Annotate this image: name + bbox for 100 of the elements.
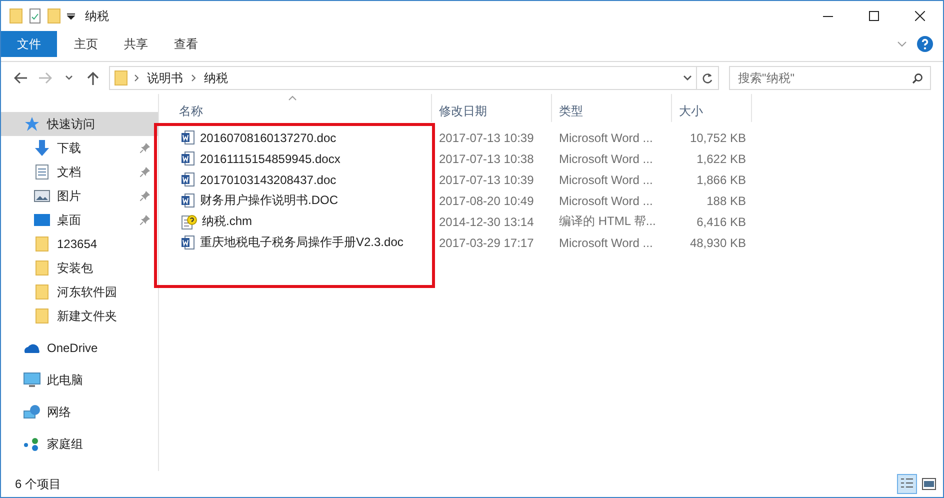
nav-item[interactable]: OneDrive — [1, 336, 158, 360]
word-document-icon — [181, 130, 195, 145]
file-name[interactable]: 20170103143208437.doc — [172, 169, 432, 190]
search-field[interactable]: 搜索"纳税" — [729, 66, 931, 90]
up-arrow-icon — [87, 71, 99, 85]
type-cell-text: Microsoft Word ... — [558, 172, 654, 188]
folder-icon — [35, 260, 49, 276]
nav-item[interactable]: 河东软件园 — [1, 280, 158, 304]
column-header[interactable]: 大小 — [672, 94, 752, 122]
file-name[interactable]: 财务用户操作说明书.DOC — [172, 190, 432, 211]
size-cell-text: 10,752 KB — [688, 130, 747, 146]
close-icon — [915, 11, 925, 21]
word-document-icon — [181, 193, 195, 208]
nav-item[interactable]: 此电脑 — [1, 368, 158, 392]
file-name-text: 20170103143208437.doc — [200, 172, 336, 186]
refresh-button[interactable] — [697, 66, 719, 90]
file-name-text: 20161115154859945.docx — [200, 152, 340, 166]
ribbon-tab[interactable]: 共享 — [111, 31, 161, 57]
file-name-text: 财务用户操作说明书.DOC — [200, 192, 338, 209]
type-cell-text: Microsoft Word ... — [558, 150, 654, 168]
pin-icon[interactable] — [140, 215, 150, 225]
date-cell-text: 2017-08-20 10:49 — [438, 192, 535, 210]
file-name[interactable]: 纳税.chm — [172, 211, 432, 232]
download-arrow-icon — [34, 139, 50, 157]
folder-icon — [114, 70, 128, 86]
cloud-icon — [23, 342, 41, 354]
nav-item[interactable]: 快速访问 — [1, 112, 158, 136]
type-cell-text: Microsoft Word ... — [558, 192, 654, 210]
breadcrumb[interactable]: 纳税 — [202, 70, 230, 86]
word-document-icon — [181, 172, 195, 187]
pin-icon[interactable] — [140, 191, 150, 201]
file-name[interactable]: 重庆地税电子税务局操作手册V2.3.doc — [172, 232, 432, 253]
star-icon — [24, 116, 40, 132]
size-cell-text: 1,622 KB — [696, 150, 747, 168]
maximize-icon — [869, 11, 879, 21]
file-name[interactable]: 20161115154859945.docx — [172, 148, 432, 169]
document-icon — [35, 164, 49, 180]
pin-icon[interactable] — [140, 167, 150, 177]
folder-icon — [35, 308, 49, 324]
chevron-icon — [134, 74, 139, 82]
chevron-down-icon — [65, 75, 73, 81]
file-name-text: 20160708160137270.doc — [200, 130, 336, 144]
file-tab[interactable]: 文件 — [1, 31, 57, 57]
nav-item[interactable]: 家庭组 — [1, 432, 158, 456]
ribbon-tab[interactable]: 主页 — [61, 31, 111, 57]
size-cell-text: 48,930 KB — [688, 234, 747, 252]
ribbon-tab[interactable]: 查看 — [161, 31, 211, 57]
expand-ribbon-icon[interactable] — [897, 41, 907, 47]
date-cell-text: 2014-12-30 13:14 — [438, 214, 535, 230]
item-count: 6 个项目 — [15, 476, 62, 492]
refresh-icon — [702, 72, 713, 84]
nav-item[interactable]: 桌面 — [1, 208, 158, 232]
back-arrow-icon — [14, 72, 28, 84]
date-cell-text: 2017-07-13 10:38 — [438, 150, 535, 168]
properties-icon[interactable] — [29, 8, 41, 24]
word-document-icon — [181, 235, 195, 250]
chevron-down-icon — [682, 75, 692, 81]
nav-item[interactable]: 文档 — [1, 160, 158, 184]
word-document-icon — [181, 151, 195, 166]
nav-item[interactable]: 新建文件夹 — [1, 304, 158, 328]
network-icon — [23, 404, 41, 420]
forward-arrow-icon — [38, 72, 52, 84]
type-cell-text: 编译的 HTML 帮... — [558, 213, 657, 230]
thumbnails-view-icon — [922, 478, 936, 490]
nav-item[interactable]: 安装包 — [1, 256, 158, 280]
nav-item[interactable]: 网络 — [1, 400, 158, 424]
column-header[interactable]: 类型 — [552, 94, 672, 122]
file-name-text: 重庆地税电子税务局操作手册V2.3.doc — [200, 234, 404, 251]
type-cell-text: Microsoft Word ... — [558, 130, 654, 146]
help-file-icon — [181, 214, 197, 230]
chevron-icon — [191, 74, 196, 82]
nav-item[interactable]: 图片 — [1, 184, 158, 208]
nav-item[interactable]: 123654 — [1, 232, 158, 256]
pin-icon[interactable] — [140, 143, 150, 153]
size-cell-text: 6,416 KB — [696, 214, 747, 230]
size-cell-text: 188 KB — [706, 192, 747, 210]
computer-icon — [23, 372, 41, 388]
nav-item[interactable]: 下载 — [1, 136, 158, 160]
column-header[interactable]: 修改日期 — [432, 94, 552, 122]
folder-icon — [35, 236, 49, 252]
help-icon[interactable] — [917, 36, 933, 52]
folder-icon — [9, 8, 23, 24]
details-view-button[interactable] — [897, 474, 917, 494]
window-title: 纳税 — [85, 8, 109, 24]
breadcrumb[interactable]: 说明书 — [145, 70, 185, 86]
file-name-text: 纳税.chm — [202, 213, 252, 230]
file-name[interactable]: 20160708160137270.doc — [172, 127, 432, 148]
date-cell-text: 2017-03-29 17:17 — [438, 234, 535, 252]
date-cell-text: 2017-07-13 10:39 — [438, 130, 535, 146]
folder-icon — [35, 284, 49, 300]
dropdown-caret-icon[interactable] — [67, 12, 75, 20]
type-cell-text: Microsoft Word ... — [558, 234, 654, 252]
search-icon — [912, 73, 923, 84]
size-cell-text: 1,866 KB — [696, 172, 747, 188]
image-icon — [34, 189, 50, 203]
homegroup-icon — [23, 437, 41, 451]
column-header[interactable]: 名称 — [172, 94, 432, 122]
address-bar[interactable]: 说明书 纳税 — [109, 66, 697, 90]
date-cell-text: 2017-07-13 10:39 — [438, 172, 535, 188]
desktop-icon — [34, 213, 50, 227]
